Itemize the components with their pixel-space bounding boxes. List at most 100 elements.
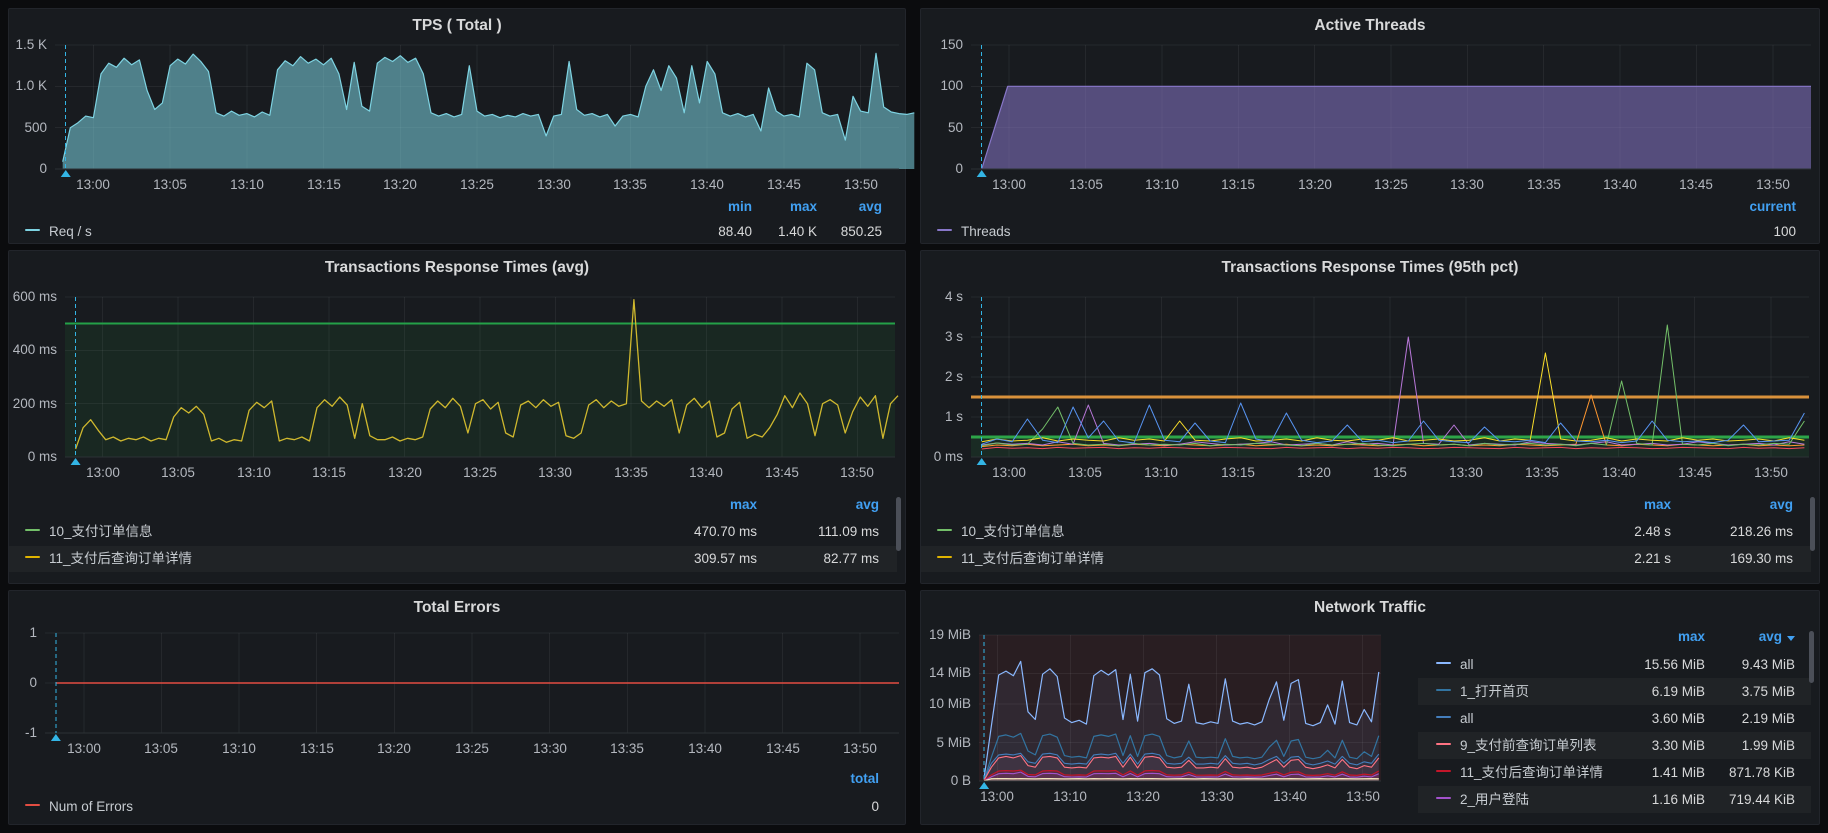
stat-total: 0 [769, 794, 879, 820]
legend-row[interactable]: 10_支付订单信息 470.70 ms 111.09 ms [9, 519, 897, 545]
legend-label[interactable]: 1_打开首页 [1460, 684, 1529, 699]
legend-header-total[interactable]: total [769, 771, 879, 786]
panel-title-network-traffic[interactable]: Network Traffic [921, 599, 1819, 617]
legend-row[interactable]: 11_支付后查询订单详情 309.57 ms 82.77 ms [9, 546, 897, 572]
x-axis-tick: 13:30 [1431, 465, 1501, 480]
x-axis-tick: 13:20 [1279, 465, 1349, 480]
x-axis-tick: 13:20 [1280, 177, 1350, 192]
series-color-dash [25, 529, 40, 532]
legend-label[interactable]: 11_支付后查询订单详情 [961, 551, 1104, 566]
chart-rt_95[interactable] [971, 297, 1809, 457]
x-axis-tick: 13:00 [49, 741, 119, 756]
y-axis-tick: 400 ms [9, 342, 57, 357]
legend-row[interactable]: 10_支付订单信息 2.48 s 218.26 ms [921, 519, 1811, 545]
stat-avg: 169.30 ms [1683, 546, 1793, 572]
legend-label[interactable]: 10_支付订单信息 [961, 524, 1065, 539]
legend-header-current[interactable]: current [1686, 199, 1796, 214]
legend-row-reqs[interactable]: Req / s 88.40 1.40 K 850.25 [9, 219, 897, 245]
legend-header-avg[interactable]: avg [772, 199, 882, 214]
x-axis-tick: 13:00 [68, 465, 138, 480]
legend-label[interactable]: all [1460, 657, 1474, 672]
y-axis-tick: 50 [921, 120, 963, 135]
x-axis-tick: 13:50 [822, 465, 892, 480]
chart-threads[interactable] [971, 45, 1811, 169]
legend-row[interactable]: 11_支付后查询订单详情 2.21 s 169.30 ms [921, 546, 1811, 572]
x-axis-tick: 13:50 [825, 741, 895, 756]
legend-header-max[interactable]: max [647, 497, 757, 512]
y-axis-tick: 200 ms [9, 396, 57, 411]
panel-title-active-threads[interactable]: Active Threads [921, 17, 1819, 35]
legend-label[interactable]: all [1460, 711, 1474, 726]
legend-row[interactable]: 11_支付后查询订单详情 1.41 MiB 871.78 KiB [1418, 759, 1811, 786]
x-axis-tick: 13:30 [1182, 789, 1252, 804]
x-axis-tick: 13:25 [1356, 177, 1426, 192]
legend-label[interactable]: Num of Errors [49, 799, 133, 814]
legend-header-avg[interactable]: avg [1683, 497, 1793, 512]
x-axis-tick: 13:50 [1736, 465, 1806, 480]
legend-label[interactable]: Threads [961, 224, 1011, 239]
panel-title-response-avg[interactable]: Transactions Response Times (avg) [9, 259, 905, 277]
legend-row[interactable]: 2_用户登陆 1.16 MiB 719.44 KiB [1418, 786, 1811, 813]
legend-row-threads[interactable]: Threads 100 [921, 219, 1811, 245]
legend-scrollbar[interactable] [896, 497, 901, 551]
legend-label[interactable]: 9_支付前查询订单列表 [1460, 738, 1597, 753]
stat-max: 2.48 s [1561, 519, 1671, 545]
chart-errors[interactable] [45, 633, 899, 733]
panel-active-threads: Active Threads current Threads 100 05010… [920, 8, 1820, 244]
x-axis-tick: 13:35 [596, 465, 666, 480]
x-axis-tick: 13:10 [1127, 177, 1197, 192]
legend-label[interactable]: 11_支付后查询订单详情 [49, 551, 192, 566]
chart-network[interactable] [979, 635, 1381, 781]
chart-rt_avg[interactable] [65, 297, 895, 457]
y-axis-tick: -1 [9, 725, 37, 740]
panel-tps: TPS ( Total ) min max avg Req / s 88.40 … [8, 8, 906, 244]
x-axis-tick: 13:35 [1509, 177, 1579, 192]
x-axis-tick: 13:05 [126, 741, 196, 756]
x-axis-tick: 13:10 [1035, 789, 1105, 804]
legend-row[interactable]: 9_支付前查询订单列表 3.30 MiB 1.99 MiB [1418, 732, 1811, 759]
stat-avg: 82.77 ms [769, 546, 879, 572]
series-color-dash [1436, 743, 1451, 746]
y-axis-tick: 100 [921, 78, 963, 93]
x-axis-tick: 13:45 [748, 741, 818, 756]
panel-title-tps[interactable]: TPS ( Total ) [9, 17, 905, 35]
x-axis-tick: 13:10 [1126, 465, 1196, 480]
stat-max: 309.57 ms [647, 546, 757, 572]
x-axis-tick: 13:45 [1660, 465, 1730, 480]
chart-tps[interactable] [55, 45, 899, 169]
x-axis-tick: 13:15 [1203, 177, 1273, 192]
legend-header-avg[interactable]: avg [769, 497, 879, 512]
x-axis-tick: 13:20 [1108, 789, 1178, 804]
legend-header-avg-sorted[interactable]: avg [1685, 629, 1795, 644]
legend-label[interactable]: 10_支付订单信息 [49, 524, 153, 539]
sort-caret-icon [1787, 636, 1795, 641]
series-color-dash [25, 804, 40, 807]
panel-total-errors: Total Errors total Num of Errors 0 -1011… [8, 590, 906, 825]
legend-label[interactable]: Req / s [49, 224, 92, 239]
y-axis-tick: 1.5 K [9, 37, 47, 52]
legend-scrollbar[interactable] [1809, 631, 1814, 683]
x-axis-tick: 13:30 [520, 465, 590, 480]
legend-row[interactable]: 1_打开首页 6.19 MiB 3.75 MiB [1418, 678, 1811, 705]
x-axis-tick: 13:35 [592, 741, 662, 756]
y-axis-tick: 19 MiB [921, 627, 971, 642]
panel-title-response-95pct[interactable]: Transactions Response Times (95th pct) [921, 259, 1819, 277]
legend-header-max[interactable]: max [1561, 497, 1671, 512]
panel-response-times-95pct: Transactions Response Times (95th pct) m… [920, 250, 1820, 584]
x-axis-tick: 13:45 [747, 465, 817, 480]
y-axis-tick: 10 MiB [921, 696, 971, 711]
y-axis-tick: 0 [9, 675, 37, 690]
legend-scrollbar[interactable] [1810, 497, 1815, 551]
y-axis-tick: 5 MiB [921, 735, 971, 750]
stat-avg: 2.19 MiB [1685, 705, 1795, 732]
legend-row[interactable]: all 3.60 MiB 2.19 MiB [1418, 705, 1811, 732]
series-color-dash [25, 556, 40, 559]
x-axis-tick: 13:30 [519, 177, 589, 192]
y-axis-tick: 0 [9, 161, 47, 176]
panel-title-total-errors[interactable]: Total Errors [9, 599, 905, 617]
x-axis-tick: 13:00 [974, 177, 1044, 192]
legend-row[interactable]: all 15.56 MiB 9.43 MiB [1418, 651, 1811, 678]
legend-row-errors[interactable]: Num of Errors 0 [9, 794, 897, 820]
legend-label[interactable]: 2_用户登陆 [1460, 792, 1529, 807]
legend-label[interactable]: 11_支付后查询订单详情 [1460, 765, 1603, 780]
